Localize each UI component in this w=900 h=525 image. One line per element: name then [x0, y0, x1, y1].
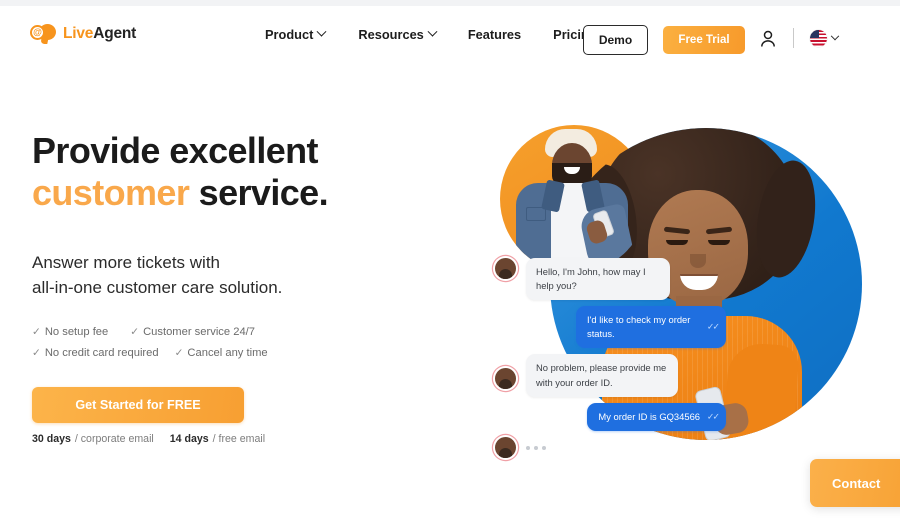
chevron-down-icon — [830, 31, 840, 40]
hero-copy: Provide excellent customer service. Answ… — [32, 130, 462, 445]
chat-bubble-text: I'd like to check my order status. — [587, 314, 691, 340]
perk-item: ✓ No setup fee — [32, 322, 108, 343]
chevron-down-icon — [316, 26, 327, 37]
perk-label: Customer service 24/7 — [143, 326, 255, 339]
logo-speech-bubble-icon: @ — [30, 23, 56, 45]
avatar — [495, 368, 516, 390]
headline-line-1: Provide excellent — [32, 130, 319, 171]
nav-label-features: Features — [467, 27, 522, 42]
page-title: Provide excellent customer service. — [32, 130, 462, 215]
logo-at-symbol: @ — [30, 25, 45, 40]
page-root: @ LiveAgent Product Resources Features P… — [0, 0, 900, 525]
person-icon[interactable] — [760, 30, 776, 48]
subhead-line-2: all-in-one customer care solution. — [32, 278, 283, 298]
nav-item-product[interactable]: Product — [265, 26, 327, 42]
site-header: @ LiveAgent Product Resources Features P… — [0, 6, 900, 64]
chat-message-agent-2: No problem, please provide me with your … — [495, 354, 715, 397]
contact-button[interactable]: Contact — [810, 459, 900, 507]
fineprint-14-days: 14 days — [169, 432, 209, 445]
fineprint-corporate: / corporate email — [74, 432, 154, 445]
headline-accent: customer — [32, 172, 190, 214]
logo[interactable]: @ LiveAgent — [30, 23, 136, 45]
read-receipt-icon: ✓✓ — [706, 410, 720, 421]
language-selector[interactable] — [810, 30, 840, 47]
avatar — [495, 436, 516, 458]
chevron-down-icon — [427, 26, 438, 37]
chat-bubble-text: No problem, please provide me with your … — [526, 354, 678, 397]
chat-bubble-user: I'd like to check my order status. ✓✓ — [576, 306, 726, 349]
check-icon: ✓ — [32, 346, 41, 359]
read-receipt-icon: ✓✓ — [706, 321, 720, 332]
check-icon: ✓ — [174, 346, 184, 359]
hero-subheading: Answer more tickets with all-in-one cust… — [32, 250, 462, 300]
us-flag-icon — [810, 30, 827, 47]
chat-message-user-2: My order ID is GQ34566 ✓✓ — [495, 402, 726, 431]
perk-item: ✓ Cancel any time — [175, 343, 268, 364]
perk-label: No setup fee — [44, 326, 109, 339]
perks-list: ✓ No setup fee ✓ Customer service 24/7 ✓… — [32, 322, 462, 363]
headline-tail: service. — [189, 172, 329, 214]
check-icon: ✓ — [130, 326, 140, 339]
demo-button[interactable]: Demo — [583, 25, 648, 55]
perks-row-2: ✓ No credit card required ✓ Cancel any t… — [32, 343, 462, 364]
subhead-line-1: Answer more tickets with — [32, 252, 220, 272]
perks-row-1: ✓ No setup fee ✓ Customer service 24/7 — [32, 322, 462, 343]
chat-message-agent-1: Hello, I'm John, how may I help you? — [495, 258, 715, 301]
chat-message-user-1: I'd like to check my order status. ✓✓ — [495, 306, 726, 349]
chat-bubble-user: My order ID is GQ34566 ✓✓ — [587, 402, 726, 431]
header-divider — [793, 28, 794, 48]
nav-item-resources[interactable]: Resources — [358, 26, 438, 42]
avatar — [495, 258, 516, 279]
check-icon: ✓ — [32, 326, 41, 339]
typing-indicator — [495, 436, 715, 459]
main-nav: Product Resources Features Pricing — [265, 26, 597, 42]
fineprint-30-days: 30 days — [32, 432, 71, 445]
man-photo — [500, 125, 648, 273]
chat-bubble-text: My order ID is GQ34566 — [598, 410, 700, 422]
fineprint-free: / free email — [212, 432, 266, 445]
chat-bubble-text: Hello, I'm John, how may I help you? — [526, 258, 670, 301]
perk-item: ✓ Customer service 24/7 — [130, 322, 255, 343]
perk-label: No credit card required — [44, 346, 159, 359]
nav-label-product: Product — [265, 27, 314, 42]
get-started-button[interactable]: Get Started for FREE — [32, 386, 244, 423]
nav-item-features[interactable]: Features — [468, 27, 521, 42]
free-trial-button[interactable]: Free Trial — [663, 26, 745, 54]
logo-text: LiveAgent — [63, 26, 136, 42]
perk-label: Cancel any time — [187, 346, 268, 359]
typing-dots-icon — [526, 439, 546, 450]
logo-text-live: Live — [63, 25, 94, 43]
nav-label-resources: Resources — [358, 27, 424, 42]
cta-fineprint: 30 days / corporate email 14 days / free… — [32, 433, 462, 445]
logo-text-agent: Agent — [93, 25, 137, 43]
perk-item: ✓ No credit card required — [32, 343, 159, 364]
chat-conversation: Hello, I'm John, how may I help you? I'd… — [495, 258, 726, 459]
